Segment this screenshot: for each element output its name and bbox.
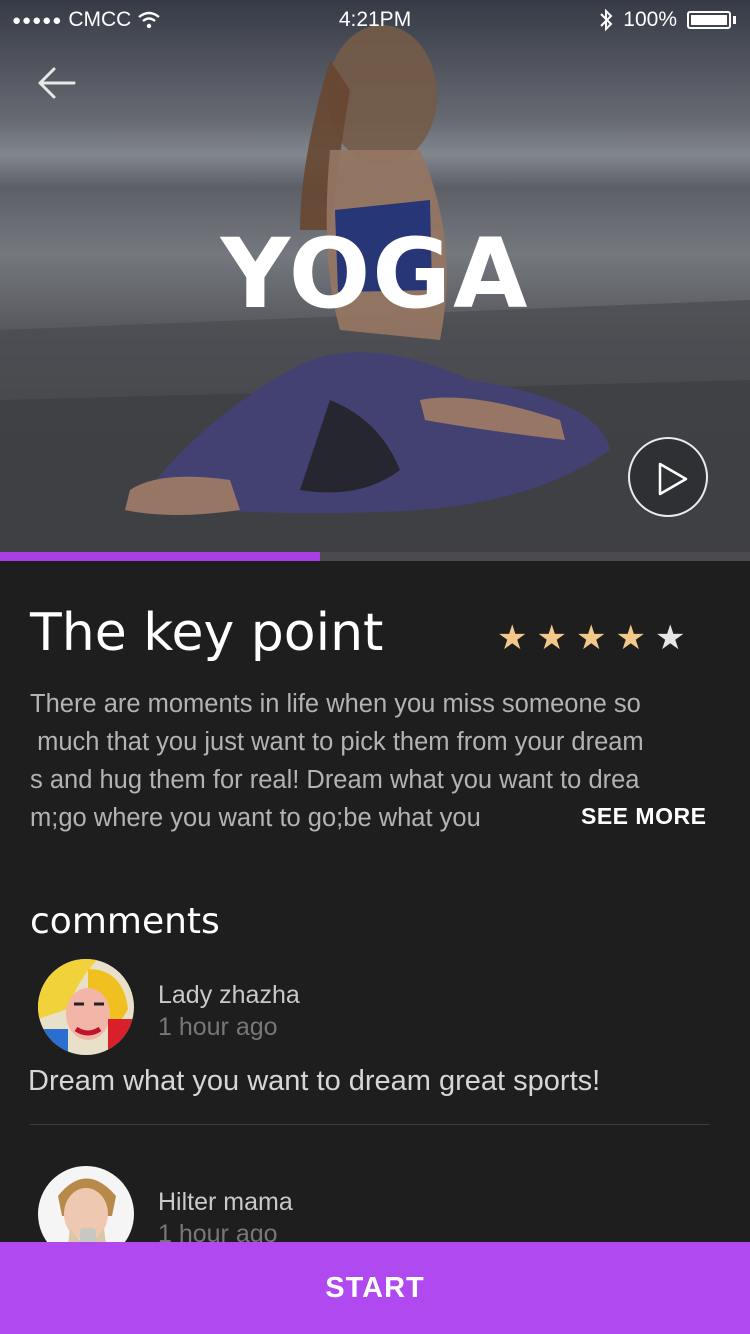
star-filled-icon: ★: [536, 619, 567, 657]
comment-author[interactable]: Hilter mama: [158, 1188, 293, 1217]
section-title: The key point: [30, 603, 384, 663]
avatar-image: [38, 959, 134, 1055]
description-line: much that you just want to pick them fro…: [30, 728, 644, 756]
video-progress-fill: [0, 552, 321, 561]
start-button[interactable]: START: [0, 1242, 750, 1334]
bluetooth-icon: [600, 8, 613, 32]
comments-heading: comments: [30, 901, 220, 942]
hero-title: YOGA: [220, 218, 530, 330]
play-button[interactable]: [628, 437, 708, 517]
status-bar: ●●●●● CMCC 4:21PM 100%: [0, 0, 750, 40]
star-empty-icon: ★: [654, 619, 686, 657]
comment-text: Dream what you want to dream great sport…: [28, 1065, 601, 1097]
arrow-left-icon: [38, 67, 76, 99]
see-more-link[interactable]: SEE MORE: [581, 803, 706, 830]
hero-banner: ●●●●● CMCC 4:21PM 100% YOGA: [0, 0, 750, 552]
back-button[interactable]: [34, 62, 82, 104]
status-right: 100%: [599, 8, 736, 32]
divider: [30, 1124, 710, 1125]
star-filled-icon: ★: [497, 619, 528, 657]
description-line: s and hug them for real! Dream what you …: [30, 766, 640, 794]
star-filled-icon: ★: [575, 619, 607, 657]
battery-percent: 100%: [623, 8, 677, 31]
star-rating: ★ ★ ★ ★ ★: [497, 621, 685, 655]
video-progress-track[interactable]: [0, 552, 750, 561]
battery-icon: [687, 11, 731, 29]
comment-author[interactable]: Lady zhazha: [158, 981, 300, 1010]
comment-time: 1 hour ago: [158, 1013, 278, 1041]
avatar[interactable]: [38, 959, 134, 1055]
star-filled-icon: ★: [615, 619, 646, 657]
play-icon: [658, 462, 688, 496]
battery-tip: [733, 16, 736, 24]
description-line: There are moments in life when you miss …: [30, 690, 641, 718]
